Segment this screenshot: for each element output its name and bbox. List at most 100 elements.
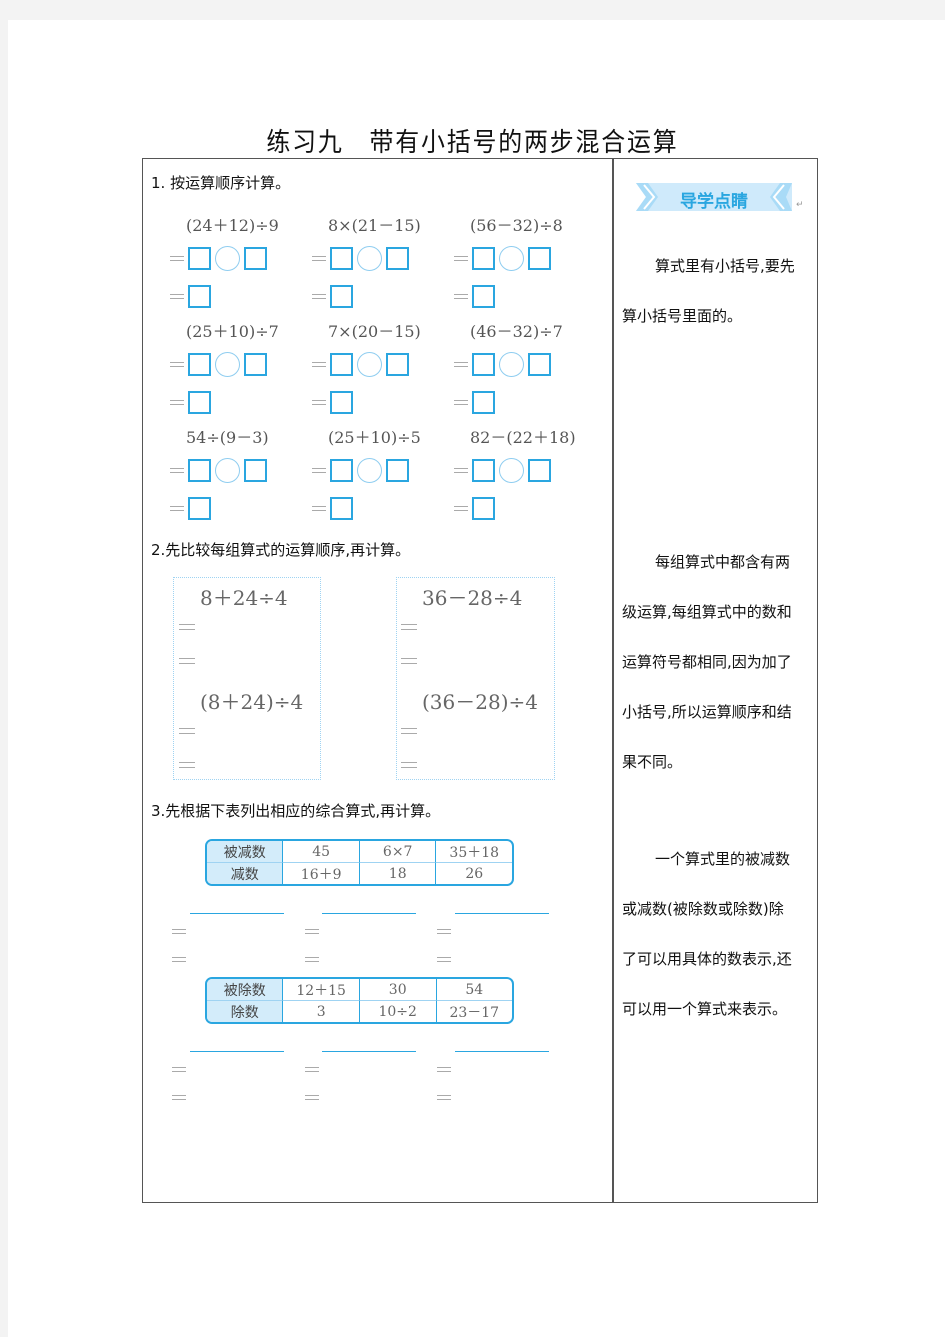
equals-sign [312,468,326,473]
operator-circle[interactable] [215,352,240,377]
final-answer-box[interactable] [330,391,353,414]
table-cell: 45 [283,841,360,863]
section3-heading: 3.先根据下表列出相应的综合算式,再计算。 [151,802,441,820]
division-table: 被除数 12＋15 30 54 除数 3 10÷2 23－17 [205,977,514,1024]
equals-sign [312,294,326,299]
equals-sign [312,400,326,405]
answer-box[interactable] [386,459,409,482]
header-cell: 被除数 [207,979,284,1001]
answer-box[interactable] [528,353,551,376]
answer-box[interactable] [472,247,495,270]
operator-circle[interactable] [215,458,240,483]
problem-expression: (24＋12)÷9 [186,216,279,235]
final-answer-box[interactable] [330,497,353,520]
tip-line: 运算符号都相同,因为加了 [622,653,792,671]
operator-circle[interactable] [215,246,240,271]
table-cell: 26 [465,865,484,882]
answer-box[interactable] [472,353,495,376]
group2-expr-b: (36－28)÷4 [422,690,538,714]
guide-banner: 导学点睛 [636,183,792,212]
header-cell: 被减数 [207,841,284,863]
equals-sign [172,1095,186,1100]
final-answer-box[interactable] [472,285,495,308]
problem-expression: 82－(22＋18) [470,428,576,447]
column-divider [612,158,614,1203]
subtraction-table: 被减数 45 6×7 35＋18 减数 16＋9 18 26 [205,839,514,886]
equals-sign [454,468,468,473]
table-cell: 16＋9 [283,863,360,884]
equals-sign [172,929,186,934]
answer-box[interactable] [244,459,267,482]
answer-box[interactable] [386,247,409,270]
answer-box[interactable] [330,353,353,376]
equals-sign [305,957,319,962]
equals-sign [401,624,417,630]
answer-box[interactable] [244,247,267,270]
expression-answer-line[interactable] [455,1051,549,1052]
answer-box[interactable] [188,353,211,376]
final-answer-box[interactable] [472,391,495,414]
expression-answer-line[interactable] [190,913,284,914]
tip-line: 或减数(被除数或除数)除 [622,900,784,918]
group1-expr-b: (8＋24)÷4 [200,690,304,714]
operator-circle[interactable] [499,458,524,483]
banner-title: 导学点睛 [680,192,748,212]
final-answer-box[interactable] [188,391,211,414]
final-answer-box[interactable] [472,497,495,520]
equals-sign [401,728,417,734]
answer-box[interactable] [528,247,551,270]
table-cell: 6×7 [359,841,437,863]
answer-box[interactable] [188,247,211,270]
answer-box[interactable] [330,247,353,270]
equals-sign [305,1095,319,1100]
final-answer-box[interactable] [188,285,211,308]
header-cell: 减数 [207,863,284,884]
operator-circle[interactable] [357,246,382,271]
answer-box[interactable] [330,459,353,482]
equals-sign [170,506,184,511]
tip-line: 级运算,每组算式中的数和 [622,603,792,621]
equals-sign [437,1095,451,1100]
expression-answer-line[interactable] [190,1051,284,1052]
answer-box[interactable] [528,459,551,482]
operator-circle[interactable] [357,458,382,483]
tip-line: 果不同。 [622,753,683,771]
tip-line: 可以用一个算式来表示。 [622,1000,788,1018]
operator-circle[interactable] [499,246,524,271]
expression-answer-line[interactable] [322,1051,416,1052]
equals-sign [170,256,184,261]
equals-sign [401,762,417,768]
operator-circle[interactable] [499,352,524,377]
equals-sign [179,762,195,768]
equals-sign [437,929,451,934]
final-answer-box[interactable] [188,497,211,520]
equals-sign [305,929,319,934]
table-cell: 10÷2 [360,1001,437,1022]
equals-sign [170,294,184,299]
table-cell: 35＋18 [436,841,512,863]
problem-expression: (56－32)÷8 [470,216,563,235]
tip-line: 一个算式里的被减数 [655,850,791,868]
answer-box[interactable] [472,459,495,482]
answer-box[interactable] [244,353,267,376]
equals-sign [179,624,195,630]
equals-sign [454,362,468,367]
table-cell: 54 [436,979,512,1001]
section2-heading: 2.先比较每组算式的运算顺序,再计算。 [151,541,411,559]
equals-sign [170,400,184,405]
tip-line: 了可以用具体的数表示,还 [622,950,792,968]
final-answer-box[interactable] [330,285,353,308]
page-title: 练习九 带有小括号的两步混合运算 [266,128,679,158]
problem-expression: (46－32)÷7 [470,322,563,341]
equals-sign [312,506,326,511]
equals-sign [305,1067,319,1072]
equals-sign [170,468,184,473]
equals-sign [172,1067,186,1072]
expression-answer-line[interactable] [455,913,549,914]
expression-answer-line[interactable] [322,913,416,914]
problem-expression: (25＋10)÷5 [328,428,421,447]
problem-expression: 7×(20－15) [328,322,421,341]
answer-box[interactable] [188,459,211,482]
answer-box[interactable] [386,353,409,376]
operator-circle[interactable] [357,352,382,377]
